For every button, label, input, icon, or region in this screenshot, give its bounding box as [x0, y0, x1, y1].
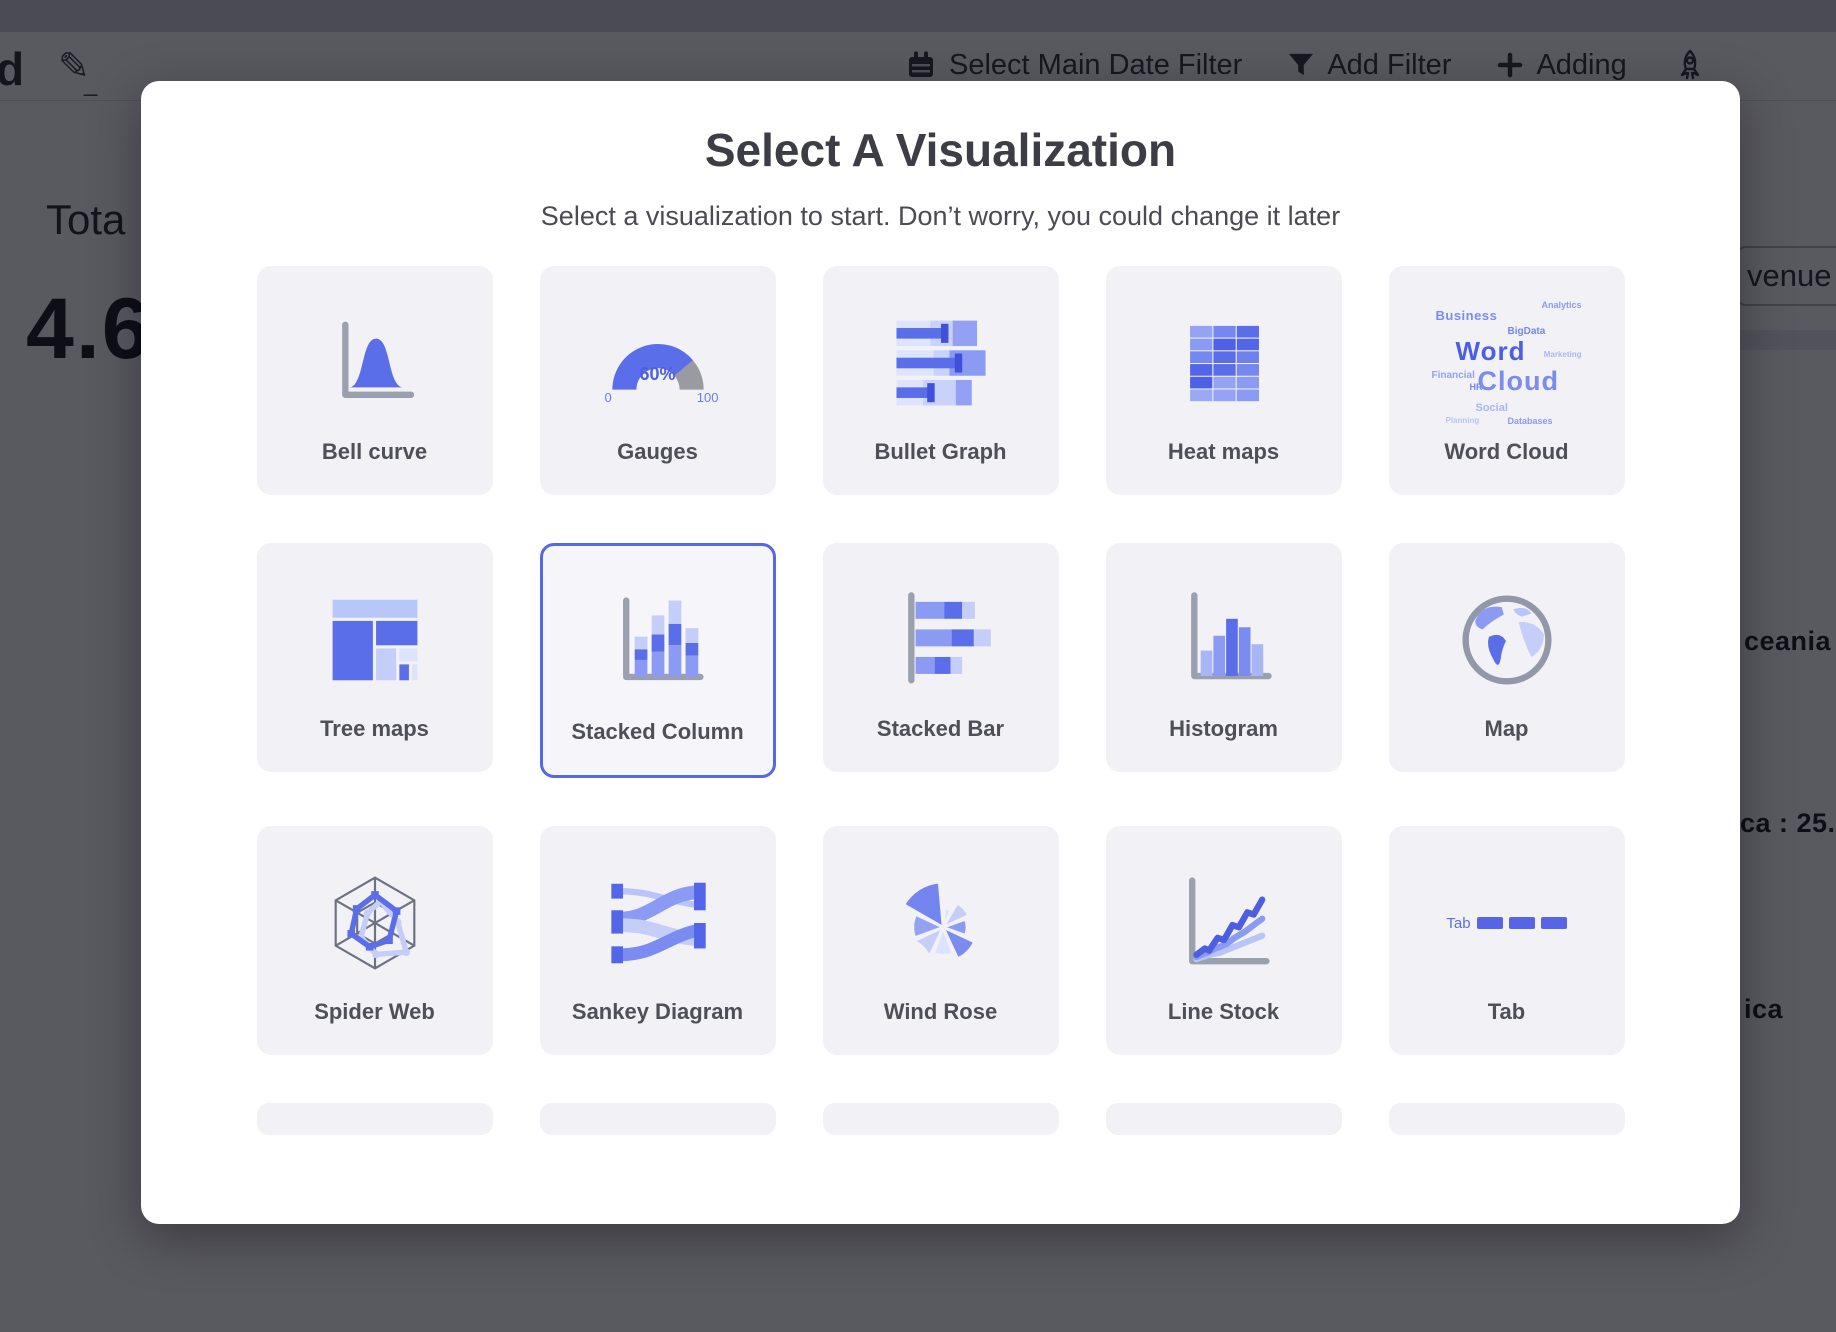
viz-tile-label: Spider Web	[314, 996, 435, 1027]
viz-tile-label: Bullet Graph	[874, 436, 1006, 467]
heat-map-svg	[1171, 310, 1277, 416]
word-cloud-word: Financial	[1432, 370, 1475, 381]
viz-tile-partial[interactable]	[823, 1103, 1059, 1135]
viz-tile-label: Bell curve	[322, 436, 427, 467]
viz-tile-wind-rose[interactable]: Wind Rose	[823, 826, 1059, 1055]
word-cloud-word: Planning	[1446, 416, 1480, 425]
tab-icon-rect	[1477, 917, 1503, 929]
map-globe-icon	[1432, 579, 1582, 701]
gauge-icon: 60% 0 100	[583, 302, 733, 424]
sankey-diagram-svg	[602, 870, 714, 976]
modal-subtitle: Select a visualization to start. Don’t w…	[141, 201, 1740, 232]
word-cloud-word: Social	[1476, 402, 1508, 414]
viz-tile-partial[interactable]	[257, 1103, 493, 1135]
viz-tile-label: Gauges	[617, 436, 698, 467]
modal-title: Select A Visualization	[141, 123, 1740, 177]
wind-rose-icon	[866, 862, 1016, 984]
word-cloud-icon: Business Analytics BigData Word Marketin…	[1432, 302, 1582, 424]
word-cloud-word-big: Cloud	[1478, 366, 1559, 397]
viz-tile-bullet-graph[interactable]: Bullet Graph	[823, 266, 1059, 495]
line-stock-icon	[1149, 862, 1299, 984]
heat-map-icon	[1149, 302, 1299, 424]
viz-tile-stacked-column[interactable]: Stacked Column	[540, 543, 776, 778]
bell-curve-svg	[322, 310, 428, 416]
sankey-diagram-icon	[583, 862, 733, 984]
visualization-grid: Bell curve 60% 0 100 Gauges	[257, 266, 1625, 1135]
viz-tile-label: Stacked Bar	[877, 713, 1004, 744]
viz-tile-label: Tree maps	[320, 713, 429, 744]
wind-rose-svg	[887, 869, 995, 977]
viz-tile-label: Sankey Diagram	[572, 996, 743, 1027]
viz-tile-label: Stacked Column	[571, 716, 743, 747]
viz-tile-label: Heat maps	[1168, 436, 1279, 467]
word-cloud-word: Marketing	[1544, 350, 1582, 359]
gauge-max-label: 100	[697, 390, 719, 405]
viz-tile-bell-curve[interactable]: Bell curve	[257, 266, 493, 495]
viz-tile-partial[interactable]	[540, 1103, 776, 1135]
gauge-value-label: 60%	[583, 364, 733, 385]
tab-icon-rect	[1541, 917, 1567, 929]
viz-tile-tab[interactable]: Tab Tab	[1389, 826, 1625, 1055]
viz-tile-label: Tab	[1488, 996, 1525, 1027]
line-stock-svg	[1168, 870, 1280, 976]
histogram-svg	[1168, 587, 1280, 693]
tree-map-icon	[300, 579, 450, 701]
tree-map-svg	[322, 587, 428, 693]
stacked-bar-svg	[885, 587, 997, 693]
word-cloud-word: Databases	[1508, 416, 1553, 426]
gauge-min-label: 0	[605, 390, 612, 405]
word-cloud-word-big: Word	[1456, 336, 1526, 367]
viz-tile-label: Line Stock	[1168, 996, 1279, 1027]
viz-tile-label: Map	[1485, 713, 1529, 744]
bell-curve-icon	[300, 302, 450, 424]
spider-web-svg	[321, 869, 429, 977]
map-globe-svg	[1454, 587, 1560, 693]
spider-web-icon	[300, 862, 450, 984]
stacked-column-svg	[602, 590, 714, 696]
stacked-column-icon	[583, 582, 733, 704]
screen: d ✎_ Select Main Date Filter Add Filter …	[0, 0, 1836, 1332]
viz-tile-label: Histogram	[1169, 713, 1278, 744]
viz-tile-map[interactable]: Map	[1389, 543, 1625, 772]
tab-icon: Tab	[1432, 862, 1582, 984]
viz-tile-heat-maps[interactable]: Heat maps	[1106, 266, 1342, 495]
viz-tile-stacked-bar[interactable]: Stacked Bar	[823, 543, 1059, 772]
tab-icon-rect	[1509, 917, 1535, 929]
viz-tile-label: Wind Rose	[884, 996, 997, 1027]
viz-tile-tree-maps[interactable]: Tree maps	[257, 543, 493, 772]
select-visualization-modal: Select A Visualization Select a visualiz…	[141, 81, 1740, 1224]
bullet-graph-icon	[866, 302, 1016, 424]
tab-icon-row: Tab	[1446, 915, 1566, 932]
word-cloud-word: Analytics	[1541, 300, 1581, 310]
viz-tile-spider-web[interactable]: Spider Web	[257, 826, 493, 1055]
word-cloud-words: Business Analytics BigData Word Marketin…	[1432, 298, 1582, 428]
histogram-icon	[1149, 579, 1299, 701]
viz-tile-histogram[interactable]: Histogram	[1106, 543, 1342, 772]
stacked-bar-icon	[866, 579, 1016, 701]
word-cloud-word: Business	[1436, 308, 1498, 323]
viz-tile-line-stock[interactable]: Line Stock	[1106, 826, 1342, 1055]
viz-tile-partial[interactable]	[1106, 1103, 1342, 1135]
viz-tile-word-cloud[interactable]: Business Analytics BigData Word Marketin…	[1389, 266, 1625, 495]
viz-tile-sankey-diagram[interactable]: Sankey Diagram	[540, 826, 776, 1055]
viz-tile-label: Word Cloud	[1444, 436, 1568, 467]
viz-tile-gauges[interactable]: 60% 0 100 Gauges	[540, 266, 776, 495]
tab-icon-word: Tab	[1446, 915, 1470, 932]
bullet-graph-svg	[885, 310, 997, 416]
viz-tile-partial[interactable]	[1389, 1103, 1625, 1135]
